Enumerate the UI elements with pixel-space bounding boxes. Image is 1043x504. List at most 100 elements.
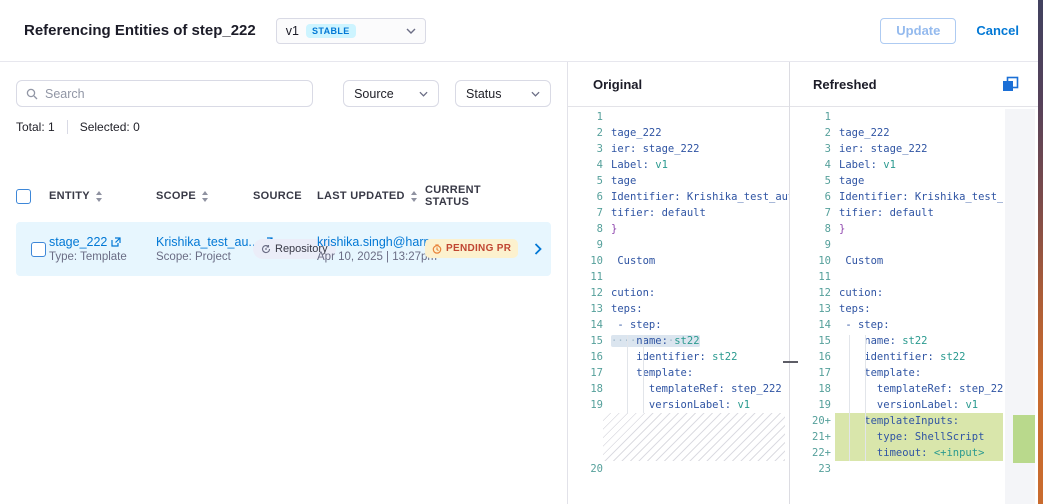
- results-summary: Total: 1 Selected: 0: [0, 120, 567, 134]
- entity-type: Type: Template: [49, 251, 156, 263]
- source-filter-dropdown[interactable]: Source: [343, 80, 439, 107]
- column-header-entity[interactable]: ENTITY: [49, 190, 156, 202]
- scope-link[interactable]: Krishika_test_au...: [156, 235, 253, 249]
- code-line: 17 template:: [568, 365, 789, 381]
- code-line: 8}: [568, 221, 789, 237]
- code-line: 6Identifier: Krishika_test_aut: [790, 189, 1003, 205]
- code-line: 12cution:: [568, 285, 789, 301]
- code-line: 15····name:·st22: [568, 333, 789, 349]
- chevron-down-icon: [406, 28, 416, 34]
- updated-at: Apr 10, 2025 | 13:27pm: [317, 251, 425, 263]
- diff-change-connector: [783, 361, 798, 363]
- selected-count: Selected: 0: [80, 120, 140, 134]
- deleted-lines-placeholder: [568, 413, 789, 461]
- overview-ruler[interactable]: [1005, 109, 1035, 504]
- code-line: 19 versionLabel: v1: [790, 397, 1003, 413]
- original-pane-title: Original: [593, 77, 642, 92]
- table-header: ENTITY SCOPE SOURCE LAST UPDATED CURRENT…: [16, 184, 551, 208]
- code-line: 4Label: v1: [568, 157, 789, 173]
- page-title: Referencing Entities of step_222: [24, 22, 256, 39]
- sort-icon[interactable]: [410, 191, 418, 202]
- external-link-icon: [111, 237, 121, 247]
- status-filter-label: Status: [466, 87, 501, 101]
- search-icon: [26, 88, 38, 100]
- code-line: 4Label: v1: [790, 157, 1003, 173]
- source-cell: Repository: [253, 239, 317, 259]
- expand-row-button[interactable]: [524, 243, 551, 255]
- code-line: 23: [790, 461, 1003, 477]
- copy-icon[interactable]: [1002, 75, 1020, 93]
- code-line: 20: [568, 461, 789, 477]
- version-value: v1: [286, 24, 299, 38]
- row-checkbox[interactable]: [31, 242, 46, 257]
- status-cell: PENDING PR: [425, 239, 524, 259]
- clock-icon: [432, 244, 442, 254]
- last-updated-cell: krishika.singh@harnes... Apr 10, 2025 | …: [317, 235, 425, 263]
- select-all-checkbox[interactable]: [16, 189, 31, 204]
- sort-icon[interactable]: [95, 191, 103, 202]
- code-line: 1: [790, 109, 1003, 125]
- code-line: 7tifier: default: [790, 205, 1003, 221]
- column-header-source: SOURCE: [253, 190, 317, 202]
- code-line: 10 Custom: [568, 253, 789, 269]
- code-line: 21+ type: ShellScript: [790, 429, 1003, 445]
- entities-panel: Source Status Total: 1 Selected: 0: [0, 62, 568, 504]
- original-code-pane[interactable]: 12tage_2223ier: stage_2224Label: v15tage…: [568, 107, 789, 504]
- filter-toolbar: Source Status: [0, 80, 567, 107]
- dialog-header: Referencing Entities of step_222 v1 STAB…: [0, 0, 1043, 62]
- search-box[interactable]: [16, 80, 313, 107]
- updated-by-link[interactable]: krishika.singh@harnes...: [317, 235, 425, 249]
- total-count: Total: 1: [16, 120, 55, 134]
- code-line: 7tifier: default: [568, 205, 789, 221]
- code-line: 1: [568, 109, 789, 125]
- status-label: PENDING PR: [446, 243, 511, 254]
- diff-header: Original Refreshed: [568, 62, 1043, 107]
- update-button[interactable]: Update: [880, 18, 956, 44]
- repository-icon: [261, 244, 271, 254]
- table-row[interactable]: stage_222 Type: Template Krishika_test_a…: [16, 222, 551, 276]
- cancel-button[interactable]: Cancel: [976, 23, 1019, 38]
- entity-link[interactable]: stage_222: [49, 235, 156, 249]
- code-line: 11: [790, 269, 1003, 285]
- code-line: 17 template:: [790, 365, 1003, 381]
- sort-icon[interactable]: [201, 191, 209, 202]
- status-filter-dropdown[interactable]: Status: [455, 80, 551, 107]
- code-line: 16 identifier: st22: [568, 349, 789, 365]
- code-line: 22+ timeout: <+input>: [790, 445, 1003, 461]
- code-line: 2tage_222: [790, 125, 1003, 141]
- code-line: 5tage: [790, 173, 1003, 189]
- code-line: 14 - step:: [568, 317, 789, 333]
- code-line: 9: [790, 237, 1003, 253]
- code-line: 8}: [790, 221, 1003, 237]
- column-header-scope[interactable]: SCOPE: [156, 190, 253, 202]
- code-line: 18 templateRef: step_222: [790, 381, 1003, 397]
- chevron-down-icon: [531, 91, 540, 97]
- column-header-current-status: CURRENT STATUS: [425, 184, 524, 208]
- code-line: 18 templateRef: step_222: [568, 381, 789, 397]
- stable-badge: STABLE: [306, 24, 356, 38]
- referencing-entities-dialog: Referencing Entities of step_222 v1 STAB…: [0, 0, 1043, 504]
- chevron-down-icon: [419, 91, 428, 97]
- scope-cell: Krishika_test_au... Scope: Project: [156, 235, 253, 263]
- code-line: 2tage_222: [568, 125, 789, 141]
- code-line: 6Identifier: Krishika_test_aut: [568, 189, 789, 205]
- chevron-right-icon: [534, 243, 542, 255]
- code-line: 15 name: st22: [790, 333, 1003, 349]
- code-line: 12cution:: [790, 285, 1003, 301]
- code-line: 9: [568, 237, 789, 253]
- yaml-diff-panel: Original Refreshed 12tage_2223ier: stage…: [568, 62, 1043, 504]
- column-header-last-updated[interactable]: LAST UPDATED: [317, 190, 425, 202]
- status-badge: PENDING PR: [425, 239, 518, 258]
- version-select[interactable]: v1 STABLE: [276, 18, 426, 44]
- window-edge-gradient: [1038, 0, 1043, 504]
- search-input[interactable]: [45, 87, 303, 101]
- added-lines-marker: [1013, 415, 1035, 463]
- code-line: 20+ templateInputs:: [790, 413, 1003, 429]
- code-line: 10 Custom: [790, 253, 1003, 269]
- code-line: 11: [568, 269, 789, 285]
- code-line: 5tage: [568, 173, 789, 189]
- code-line: 14 - step:: [790, 317, 1003, 333]
- refreshed-pane-title: Refreshed: [813, 77, 877, 92]
- entity-cell: stage_222 Type: Template: [49, 235, 156, 263]
- scope-sub: Scope: Project: [156, 251, 253, 263]
